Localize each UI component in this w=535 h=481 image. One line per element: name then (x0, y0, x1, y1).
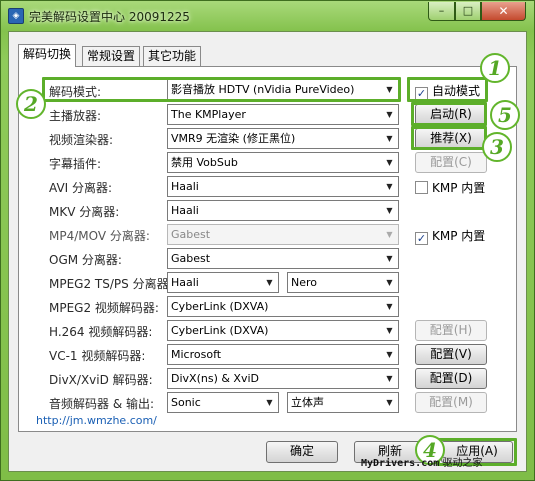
mp4-splitter-select: Gabest ▼ (167, 224, 399, 245)
avi-kmp-builtin-checkbox[interactable]: KMP 内置 (415, 179, 485, 195)
ogm-splitter-label: OGM 分离器: (49, 253, 122, 267)
website-link[interactable]: http://jm.wmzhe.com/ (36, 414, 157, 427)
chevron-down-icon: ▼ (386, 398, 393, 407)
chevron-down-icon: ▼ (386, 206, 393, 215)
minimize-button[interactable]: – (428, 2, 455, 21)
audio-decoder-label: 音频解码器 & 输出: (49, 397, 155, 411)
avi-splitter-select[interactable]: Haali ▼ (167, 176, 399, 197)
avi-splitter-label: AVI 分离器: (49, 181, 113, 195)
mpeg2-ts-splitter-select[interactable]: Haali ▼ (167, 272, 279, 293)
mpeg2-ts-splitter-alt-select[interactable]: Nero ▼ (287, 272, 399, 293)
checkmark-icon: ✓ (415, 232, 428, 245)
divx-decoder-label: DivX/XviD 解码器: (49, 373, 153, 387)
divx-decoder-select[interactable]: DivX(ns) & XviD ▼ (167, 368, 399, 389)
chevron-down-icon: ▼ (386, 326, 393, 335)
watermark: MyDrivers.com 驱动之家 (361, 454, 482, 469)
video-renderer-label: 视频渲染器: (49, 133, 114, 147)
mpeg2-video-decoder-label: MPEG2 视频解码器: (49, 301, 159, 315)
tab-other-functions[interactable]: 其它功能 (143, 46, 202, 66)
window-title: 完美解码设置中心 20091225 (29, 10, 190, 24)
tab-decode-switch[interactable]: 解码切换 (18, 44, 77, 67)
chevron-down-icon: ▼ (386, 254, 393, 263)
chevron-down-icon: ▼ (386, 350, 393, 359)
tab-general-settings[interactable]: 常规设置 (82, 46, 141, 66)
start-button-highlight (411, 102, 487, 126)
avi-splitter-value: Haali (171, 180, 199, 193)
subtitle-config-button: 配置(C) (415, 152, 487, 173)
audio-config-button: 配置(M) (415, 392, 487, 413)
annotation-badge-3: 3 (482, 132, 512, 162)
chevron-down-icon: ▼ (386, 230, 393, 239)
vc1-decoder-select[interactable]: Microsoft ▼ (167, 344, 399, 365)
chevron-down-icon: ▼ (386, 158, 393, 167)
h264-config-button: 配置(H) (415, 320, 487, 341)
watermark-brand: 驱动之家 (442, 458, 483, 469)
subtitle-plugin-value: 禁用 VobSub (171, 156, 238, 169)
divx-decoder-value: DivX(ns) & XviD (171, 372, 259, 385)
ogm-splitter-select[interactable]: Gabest ▼ (167, 248, 399, 269)
audio-output-select[interactable]: 立体声 ▼ (287, 392, 399, 413)
annotation-badge-5: 5 (490, 100, 520, 130)
subtitle-plugin-select[interactable]: 禁用 VobSub ▼ (167, 152, 399, 173)
avi-kmp-builtin-label: KMP 内置 (432, 181, 486, 195)
main-player-label: 主播放器: (49, 109, 102, 123)
chevron-down-icon: ▼ (386, 278, 393, 287)
close-button[interactable]: ✕ (481, 2, 526, 21)
maximize-button[interactable]: □ (455, 2, 481, 21)
mkv-splitter-select[interactable]: Haali ▼ (167, 200, 399, 221)
mkv-splitter-value: Haali (171, 204, 199, 217)
mp4-kmp-builtin-checkbox[interactable]: ✓ KMP 内置 (415, 227, 486, 245)
chevron-down-icon: ▼ (386, 134, 393, 143)
video-renderer-select[interactable]: VMR9 无渲染 (修正黑位) ▼ (167, 128, 399, 149)
subtitle-plugin-label: 字幕插件: (49, 157, 102, 171)
audio-decoder-value: Sonic (171, 396, 201, 409)
chevron-down-icon: ▼ (386, 302, 393, 311)
vc1-decoder-label: VC-1 视频解码器: (49, 349, 146, 363)
checkbox-empty-icon (415, 181, 428, 194)
mp4-splitter-label: MP4/MOV 分离器: (49, 229, 150, 243)
main-player-select[interactable]: The KMPlayer ▼ (167, 104, 399, 125)
vc1-decoder-value: Microsoft (171, 348, 222, 361)
audio-decoder-select[interactable]: Sonic ▼ (167, 392, 279, 413)
chevron-down-icon: ▼ (386, 110, 393, 119)
h264-decoder-label: H.264 视频解码器: (49, 325, 153, 339)
annotation-badge-1: 1 (480, 53, 510, 83)
mp4-kmp-builtin-label: KMP 内置 (432, 229, 486, 243)
vc1-config-button[interactable]: 配置(V) (415, 344, 487, 365)
mpeg2-ts-splitter-value: Haali (171, 276, 199, 289)
watermark-site: MyDrivers.com (361, 458, 440, 469)
h264-decoder-value: CyberLink (DXVA) (171, 324, 269, 337)
h264-decoder-select[interactable]: CyberLink (DXVA) ▼ (167, 320, 399, 341)
annotation-badge-2: 2 (16, 89, 46, 119)
audio-output-value: 立体声 (291, 396, 324, 409)
chevron-down-icon: ▼ (386, 374, 393, 383)
title-bar: ◈ 完美解码设置中心 20091225 – □ ✕ (1, 1, 534, 31)
auto-mode-highlight (407, 77, 488, 102)
mpeg2-video-decoder-value: CyberLink (DXVA) (171, 300, 269, 313)
chevron-down-icon: ▼ (266, 278, 273, 287)
app-icon: ◈ (8, 8, 24, 24)
mpeg2-video-decoder-select[interactable]: CyberLink (DXVA) ▼ (167, 296, 399, 317)
mp4-splitter-value: Gabest (171, 228, 211, 241)
recommend-button-highlight (411, 126, 487, 150)
mpeg2-ts-splitter-alt-value: Nero (291, 276, 318, 289)
ok-button[interactable]: 确定 (266, 441, 338, 463)
main-player-value: The KMPlayer (171, 108, 246, 121)
decode-mode-highlight (42, 77, 401, 102)
mkv-splitter-label: MKV 分离器: (49, 205, 120, 219)
chevron-down-icon: ▼ (386, 182, 393, 191)
video-renderer-value: VMR9 无渲染 (修正黑位) (171, 132, 296, 145)
mpeg2-ts-splitter-label: MPEG2 TS/PS 分离器: (49, 277, 173, 291)
app-window: ◈ 完美解码设置中心 20091225 – □ ✕ 解码切换 常规设置 其它功能… (0, 0, 535, 481)
ogm-splitter-value: Gabest (171, 252, 211, 265)
chevron-down-icon: ▼ (266, 398, 273, 407)
divx-config-button[interactable]: 配置(D) (415, 368, 487, 389)
